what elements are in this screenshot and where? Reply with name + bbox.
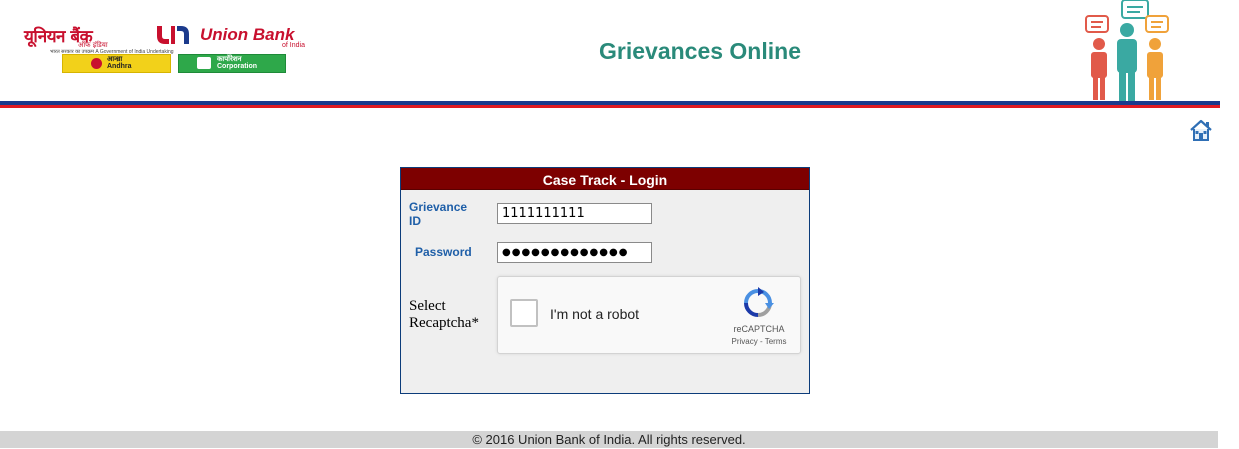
header-divider-red xyxy=(0,105,1220,108)
people-speech-bubbles-illustration xyxy=(1085,0,1169,102)
password-masked-value: ●●●●●●●●●●●●● xyxy=(502,247,629,258)
case-track-login-panel: Case Track - Login Grievance ID 11111111… xyxy=(400,167,810,394)
recaptcha-widget: I'm not a robot reCAPTCHA Privacy - Term… xyxy=(497,276,801,354)
recaptcha-checkbox-label: I'm not a robot xyxy=(550,306,640,322)
home-icon[interactable] xyxy=(1189,118,1213,142)
recaptcha-privacy-terms-link[interactable]: Privacy - Terms xyxy=(726,337,792,346)
password-label: Password xyxy=(415,245,472,259)
login-panel-title: Case Track - Login xyxy=(401,168,809,190)
recaptcha-brand: reCAPTCHA xyxy=(733,324,785,334)
grievance-id-input[interactable]: 1111111111 xyxy=(497,203,652,224)
footer-copyright: © 2016 Union Bank of India. All rights r… xyxy=(0,431,1218,448)
recaptcha-label: Select Recaptcha* xyxy=(409,298,479,331)
password-input[interactable]: ●●●●●●●●●●●●● xyxy=(497,242,652,263)
recaptcha-checkbox[interactable] xyxy=(510,299,538,327)
recaptcha-logo-icon xyxy=(744,287,774,317)
page-title: Grievances Online xyxy=(599,38,801,64)
grievance-id-label: Grievance ID xyxy=(409,200,468,228)
